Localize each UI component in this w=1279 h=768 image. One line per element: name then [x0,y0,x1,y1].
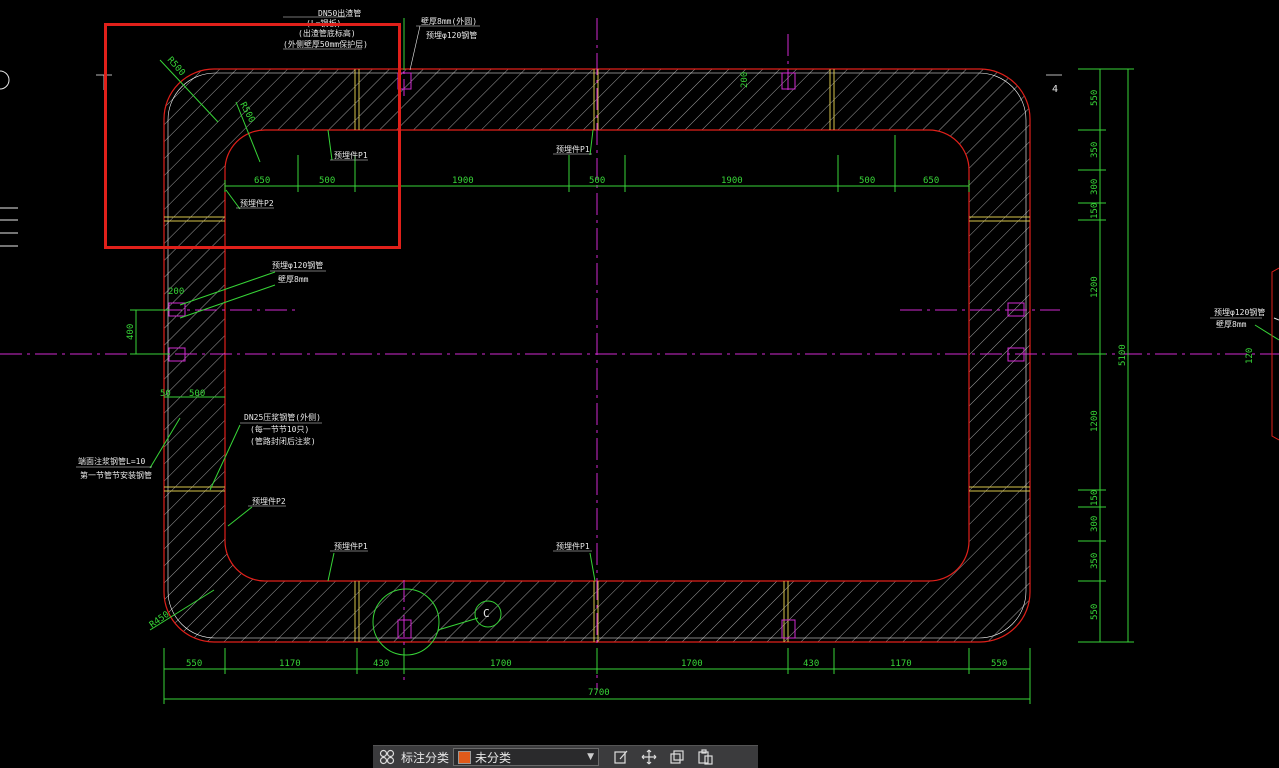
ann-p1-bot-mid: 预埋件P1 [556,541,590,551]
dim-right-3: 300 [1090,179,1100,195]
dim-top-5: 1900 [721,176,743,186]
dim-top-6: 500 [859,176,875,186]
paste-icon[interactable] [695,748,715,766]
dim-right-8: 300 [1090,516,1100,532]
dim-top-4: 500 [589,176,605,186]
annotation-category-label: 标注分类 [401,750,450,765]
selection-highlight-box [104,23,401,249]
dim-right-labels: 550 350 300 150 1200 1200 150 300 350 55… [1090,90,1128,620]
dim-top-3: 1900 [452,176,474,186]
ann-left-pipe-1: 预埋φ120钢管 [272,260,323,270]
edit-icon[interactable] [611,748,631,766]
dim-small-top: 200 [740,72,750,88]
ann-right-pipe-1: 预埋φ120钢管 [1214,307,1265,317]
category-select-value: 未分类 [475,750,512,765]
dim-bottom-1: 550 [186,659,202,669]
dim-left-2: 400 [126,324,136,340]
dim-left-4: 500 [189,389,205,399]
ann-top-right-2: 预埋φ120钢管 [426,30,477,40]
dim-bottom-7: 1170 [890,659,912,669]
dim-right-6: 1200 [1090,410,1100,432]
dim-right-small: 120 [1245,348,1255,364]
ann-p2-bottom: 预埋件P2 [252,496,286,506]
ann-dn25-2: (每一节节10只) [250,424,309,434]
dim-right-2: 350 [1090,142,1100,158]
move-icon[interactable] [639,748,659,766]
edge-mark: 4 [1052,84,1058,95]
dim-bottom-6: 430 [803,659,819,669]
dim-bottom-2: 1170 [279,659,301,669]
dim-right-10: 550 [1090,604,1100,620]
dim-right-total: 5100 [1118,344,1128,366]
dim-bottom-3: 430 [373,659,389,669]
ann-left-low-2: 第一节管节安装钢管 [80,470,152,480]
dim-left-3: 50 [160,389,171,399]
section-mark: C [483,607,490,620]
copy-icon[interactable] [667,748,687,766]
ann-right-pipe-2: 壁厚8mm [1216,319,1247,329]
dim-bottom-total: 7700 [588,688,610,698]
ann-dn25-1: DN25压浆钢管(外侧) [244,412,321,422]
dim-right-4: 150 [1090,203,1100,219]
ann-left-low-1: 端面注浆钢管L=10 [78,456,145,466]
dim-right-9: 350 [1090,553,1100,569]
ann-top-1: DN50出渣管 [318,8,361,18]
dim-left-1: 200 [168,287,184,297]
category-color-swatch [458,750,472,764]
dim-bottom-5: 1700 [681,659,703,669]
dim-bottom-4: 1700 [490,659,512,669]
dim-top-7: 650 [923,176,939,186]
left-edge-marks [0,70,18,247]
chevron-down-icon: ▼ [587,752,595,762]
dim-bottom-8: 550 [991,659,1007,669]
dim-right-1: 550 [1090,90,1100,106]
annotation-toolbar: 标注分类 未分类 ▼ [373,745,758,768]
ann-top-right-1: 壁厚8mm(外圆) [421,16,477,26]
ann-p1-bot-left: 预埋件P1 [334,541,368,551]
ann-dn25-3: (管路封闭后注浆) [250,436,316,446]
dim-right-7: 150 [1090,490,1100,506]
grid-icon[interactable] [377,748,397,766]
annotation-category-select[interactable]: 未分类 ▼ [453,748,600,766]
dim-right-5: 1200 [1090,276,1100,298]
ann-p1-top-mid: 预埋件P1 [556,144,590,154]
ann-left-pipe-2: 壁厚8mm [278,274,309,284]
